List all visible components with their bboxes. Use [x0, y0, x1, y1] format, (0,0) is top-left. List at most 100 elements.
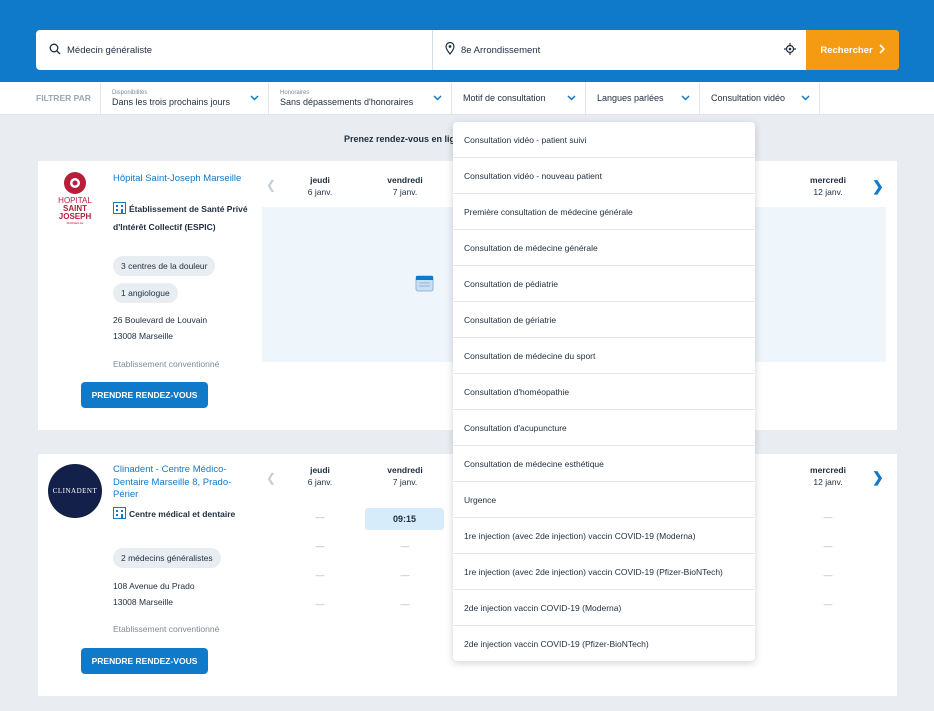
calendar-icon	[414, 272, 436, 297]
calendar-next-icon[interactable]: ❯	[872, 178, 884, 195]
calendar-day: vendredi 7 janv.	[365, 464, 445, 488]
dropdown-option[interactable]: Consultation de médecine esthétique	[453, 446, 755, 482]
filter-languages[interactable]: Langues parlées	[586, 82, 700, 114]
dropdown-option[interactable]: 1re injection (avec 2de injection) vacci…	[453, 554, 755, 590]
chevron-right-icon	[879, 43, 885, 57]
day-date: 7 janv.	[392, 477, 418, 487]
specialty-search-value: Médecin généraliste	[67, 44, 153, 56]
filter-availability[interactable]: Disponibilités Dans les trois prochains …	[101, 82, 269, 114]
clinic-logo: CLINADENT	[48, 464, 102, 518]
day-name: vendredi	[387, 175, 423, 185]
dropdown-option[interactable]: 2de injection vaccin COVID-19 (Pfizer-Bi…	[453, 626, 755, 661]
calendar-day: mercredi 12 janv.	[788, 174, 868, 198]
filter-availability-caption: Disponibilités	[112, 89, 148, 96]
result-type: Établissement de Santé Privé d'Intérêt C…	[113, 202, 253, 235]
calendar-day: mercredi 12 janv.	[788, 464, 868, 488]
empty-slot: —	[315, 541, 325, 551]
day-name: mercredi	[810, 175, 846, 185]
dropdown-option[interactable]: Consultation de médecine du sport	[453, 338, 755, 374]
dropdown-option[interactable]: Consultation de pédiatrie	[453, 266, 755, 302]
dropdown-option[interactable]: Consultation d'acupuncture	[453, 410, 755, 446]
location-search-input[interactable]: 8e Arrondissement	[433, 30, 806, 70]
filter-label: FILTRER PAR	[0, 82, 101, 114]
location-search-value: 8e Arrondissement	[461, 44, 541, 56]
empty-slot: —	[823, 599, 833, 609]
day-name: vendredi	[387, 465, 423, 475]
filter-video-consultation[interactable]: Consultation vidéo	[700, 82, 820, 114]
filter-languages-label: Langues parlées	[597, 93, 664, 103]
calendar-day: vendredi 7 janv.	[365, 174, 445, 198]
search-icon	[49, 43, 61, 58]
chevron-down-icon	[801, 93, 810, 103]
convention-status: Etablissement conventionné	[113, 624, 220, 634]
empty-slot: —	[400, 541, 410, 551]
result-type-text: Établissement de Santé Privé d'Intérêt C…	[113, 204, 248, 232]
address-line1: 26 Boulevard de Louvain	[113, 315, 208, 325]
dropdown-option[interactable]: Consultation d'homéopathie	[453, 374, 755, 410]
result-name[interactable]: Hôpital Saint-Joseph Marseille	[113, 173, 248, 186]
logo-text-marseille: MARSEILLE	[67, 221, 84, 225]
search-submit-label: Rechercher	[820, 44, 873, 56]
result-name[interactable]: Clinadent - Centre Médico-Dentaire Marse…	[113, 464, 248, 502]
clinic-logo-text: CLINADENT	[52, 487, 98, 495]
chevron-down-icon	[433, 93, 442, 103]
search-box: Médecin généraliste 8e Arrondissement Re…	[36, 30, 899, 70]
day-date: 12 janv.	[813, 187, 843, 197]
day-name: jeudi	[310, 175, 330, 185]
intro-text: Prenez rendez-vous en ligne	[344, 134, 466, 144]
address-line2: 13008 Marseille	[113, 331, 174, 341]
calendar-day: jeudi 6 janv.	[280, 174, 360, 198]
top-search-bar: Médecin généraliste 8e Arrondissement Re…	[0, 0, 934, 82]
dropdown-option[interactable]: Consultation de médecine générale	[453, 230, 755, 266]
locate-icon[interactable]	[784, 43, 796, 58]
dropdown-option[interactable]: Consultation vidéo - nouveau patient	[453, 158, 755, 194]
result-type-text: Centre médical et dentaire	[129, 509, 236, 519]
filter-consultation-reason[interactable]: Motif de consultation	[452, 82, 586, 114]
calendar-day: jeudi 6 janv.	[280, 464, 360, 488]
filter-availability-value: Dans les trois prochains jours	[112, 96, 231, 107]
empty-slot: —	[823, 570, 833, 580]
search-submit-button[interactable]: Rechercher	[806, 30, 899, 70]
consultation-reason-dropdown: Consultation vidéo - patient suivi Consu…	[453, 122, 755, 661]
calendar-prev-icon[interactable]: ❮	[266, 178, 276, 192]
book-appointment-button[interactable]: PRENDRE RENDEZ-VOUS	[81, 382, 208, 408]
filter-reason-label: Motif de consultation	[463, 93, 546, 103]
address-line2: 13008 Marseille	[113, 597, 174, 607]
calendar-prev-icon[interactable]: ❮	[266, 471, 276, 485]
day-name: jeudi	[310, 465, 330, 475]
filter-fees[interactable]: Honoraires Sans dépassements d'honoraire…	[269, 82, 452, 114]
filter-bar: FILTRER PAR Disponibilités Dans les troi…	[0, 82, 934, 115]
empty-slot: —	[315, 570, 325, 580]
specialty-pill: 2 médecins généralistes	[113, 548, 221, 568]
dropdown-option[interactable]: 1re injection (avec 2de injection) vacci…	[453, 518, 755, 554]
empty-slot: —	[315, 512, 325, 522]
specialty-search-input[interactable]: Médecin généraliste	[36, 30, 433, 70]
day-date: 6 janv.	[307, 187, 333, 197]
calendar-next-icon[interactable]: ❯	[872, 469, 884, 486]
specialty-pill: 1 angiologue	[113, 283, 178, 303]
day-date: 6 janv.	[307, 477, 333, 487]
filter-fees-value: Sans dépassements d'honoraires	[280, 96, 414, 107]
empty-slot: —	[315, 599, 325, 609]
map-pin-icon	[445, 41, 455, 58]
book-appointment-button[interactable]: PRENDRE RENDEZ-VOUS	[81, 648, 208, 674]
building-icon	[113, 507, 126, 525]
dropdown-option[interactable]: Consultation vidéo - patient suivi	[453, 122, 755, 158]
empty-slot: —	[823, 512, 833, 522]
building-icon	[113, 202, 126, 220]
dropdown-option[interactable]: Consultation de gériatrie	[453, 302, 755, 338]
dropdown-option[interactable]: Urgence	[453, 482, 755, 518]
address-line1: 108 Avenue du Prado	[113, 581, 195, 591]
logo-text-joseph: JOSEPH	[59, 212, 92, 221]
hospital-logo: HOPITAL SAINT JOSEPH MARSEILLE	[49, 171, 101, 225]
dropdown-option[interactable]: 2de injection vaccin COVID-19 (Moderna)	[453, 590, 755, 626]
specialty-pill: 3 centres de la douleur	[113, 256, 216, 276]
filter-video-label: Consultation vidéo	[711, 93, 786, 103]
time-slot-button[interactable]: 09:15	[365, 508, 444, 530]
chevron-down-icon	[567, 93, 576, 103]
result-type: Centre médical et dentaire	[113, 507, 253, 525]
day-date: 12 janv.	[813, 477, 843, 487]
dropdown-option[interactable]: Première consultation de médecine généra…	[453, 194, 755, 230]
filter-fees-caption: Honoraires	[280, 89, 310, 96]
day-date: 7 janv.	[392, 187, 418, 197]
